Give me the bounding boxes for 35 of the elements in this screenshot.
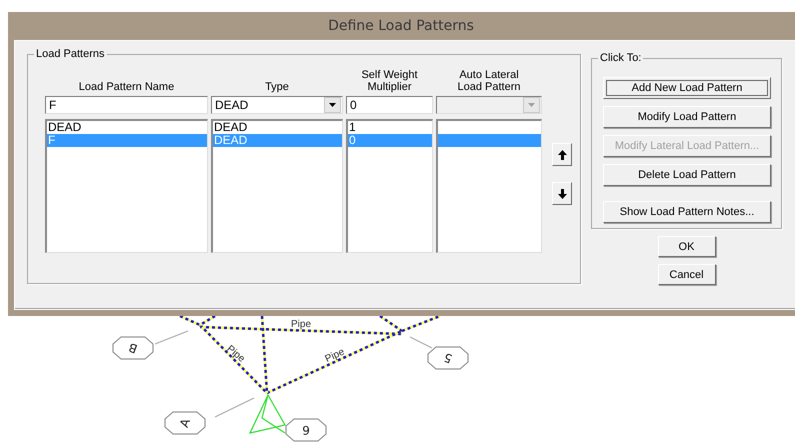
grid-bubble-label: A [177, 416, 193, 430]
list-row[interactable]: DEAD [47, 121, 207, 134]
column-header: Type [264, 80, 290, 95]
multiplier-input-field[interactable]: 0 [346, 96, 433, 114]
group-legend: Load Patterns [34, 48, 106, 60]
grid-bubble-label: 5 [442, 350, 454, 366]
move-down-button[interactable] [552, 182, 572, 205]
dialog-button[interactable]: Cancel [658, 264, 716, 285]
window-title: Define Load Patterns [328, 18, 474, 34]
dialog-button[interactable]: OK [658, 236, 716, 257]
up-arrow-icon [558, 150, 566, 160]
caret-icon [528, 103, 535, 107]
column-header: Self Weight Multiplier [360, 68, 419, 95]
group-legend: Click To: [598, 52, 644, 64]
pipe-label: Pipe [291, 319, 311, 330]
column-header: Load Pattern Name [78, 80, 176, 95]
action-button[interactable]: Delete Load Pattern [603, 164, 771, 186]
grid-bubble-label: B [126, 340, 140, 356]
move-up-button[interactable] [552, 143, 572, 166]
list-row[interactable]: 1 [348, 121, 432, 134]
pipe-label: Pipe [224, 343, 247, 365]
grid-bubble-label: 6 [302, 423, 310, 437]
type-dropdown[interactable]: DEAD [211, 96, 343, 114]
pipe-label: Pipe [324, 346, 346, 365]
list-row[interactable]: DEAD [213, 121, 342, 134]
leader-line [214, 398, 254, 418]
column-header: Auto Lateral Load Pattern [456, 68, 522, 95]
down-arrow-icon [558, 188, 566, 198]
leader-line [154, 330, 188, 344]
action-button[interactable]: Add New Load Pattern [603, 77, 771, 99]
action-button[interactable]: Show Load Pattern Notes... [603, 201, 771, 223]
leader-line [410, 336, 432, 348]
caret-icon [329, 103, 336, 107]
name-input-field[interactable]: F [45, 96, 208, 114]
action-button[interactable]: Modify Load Pattern [603, 106, 771, 128]
